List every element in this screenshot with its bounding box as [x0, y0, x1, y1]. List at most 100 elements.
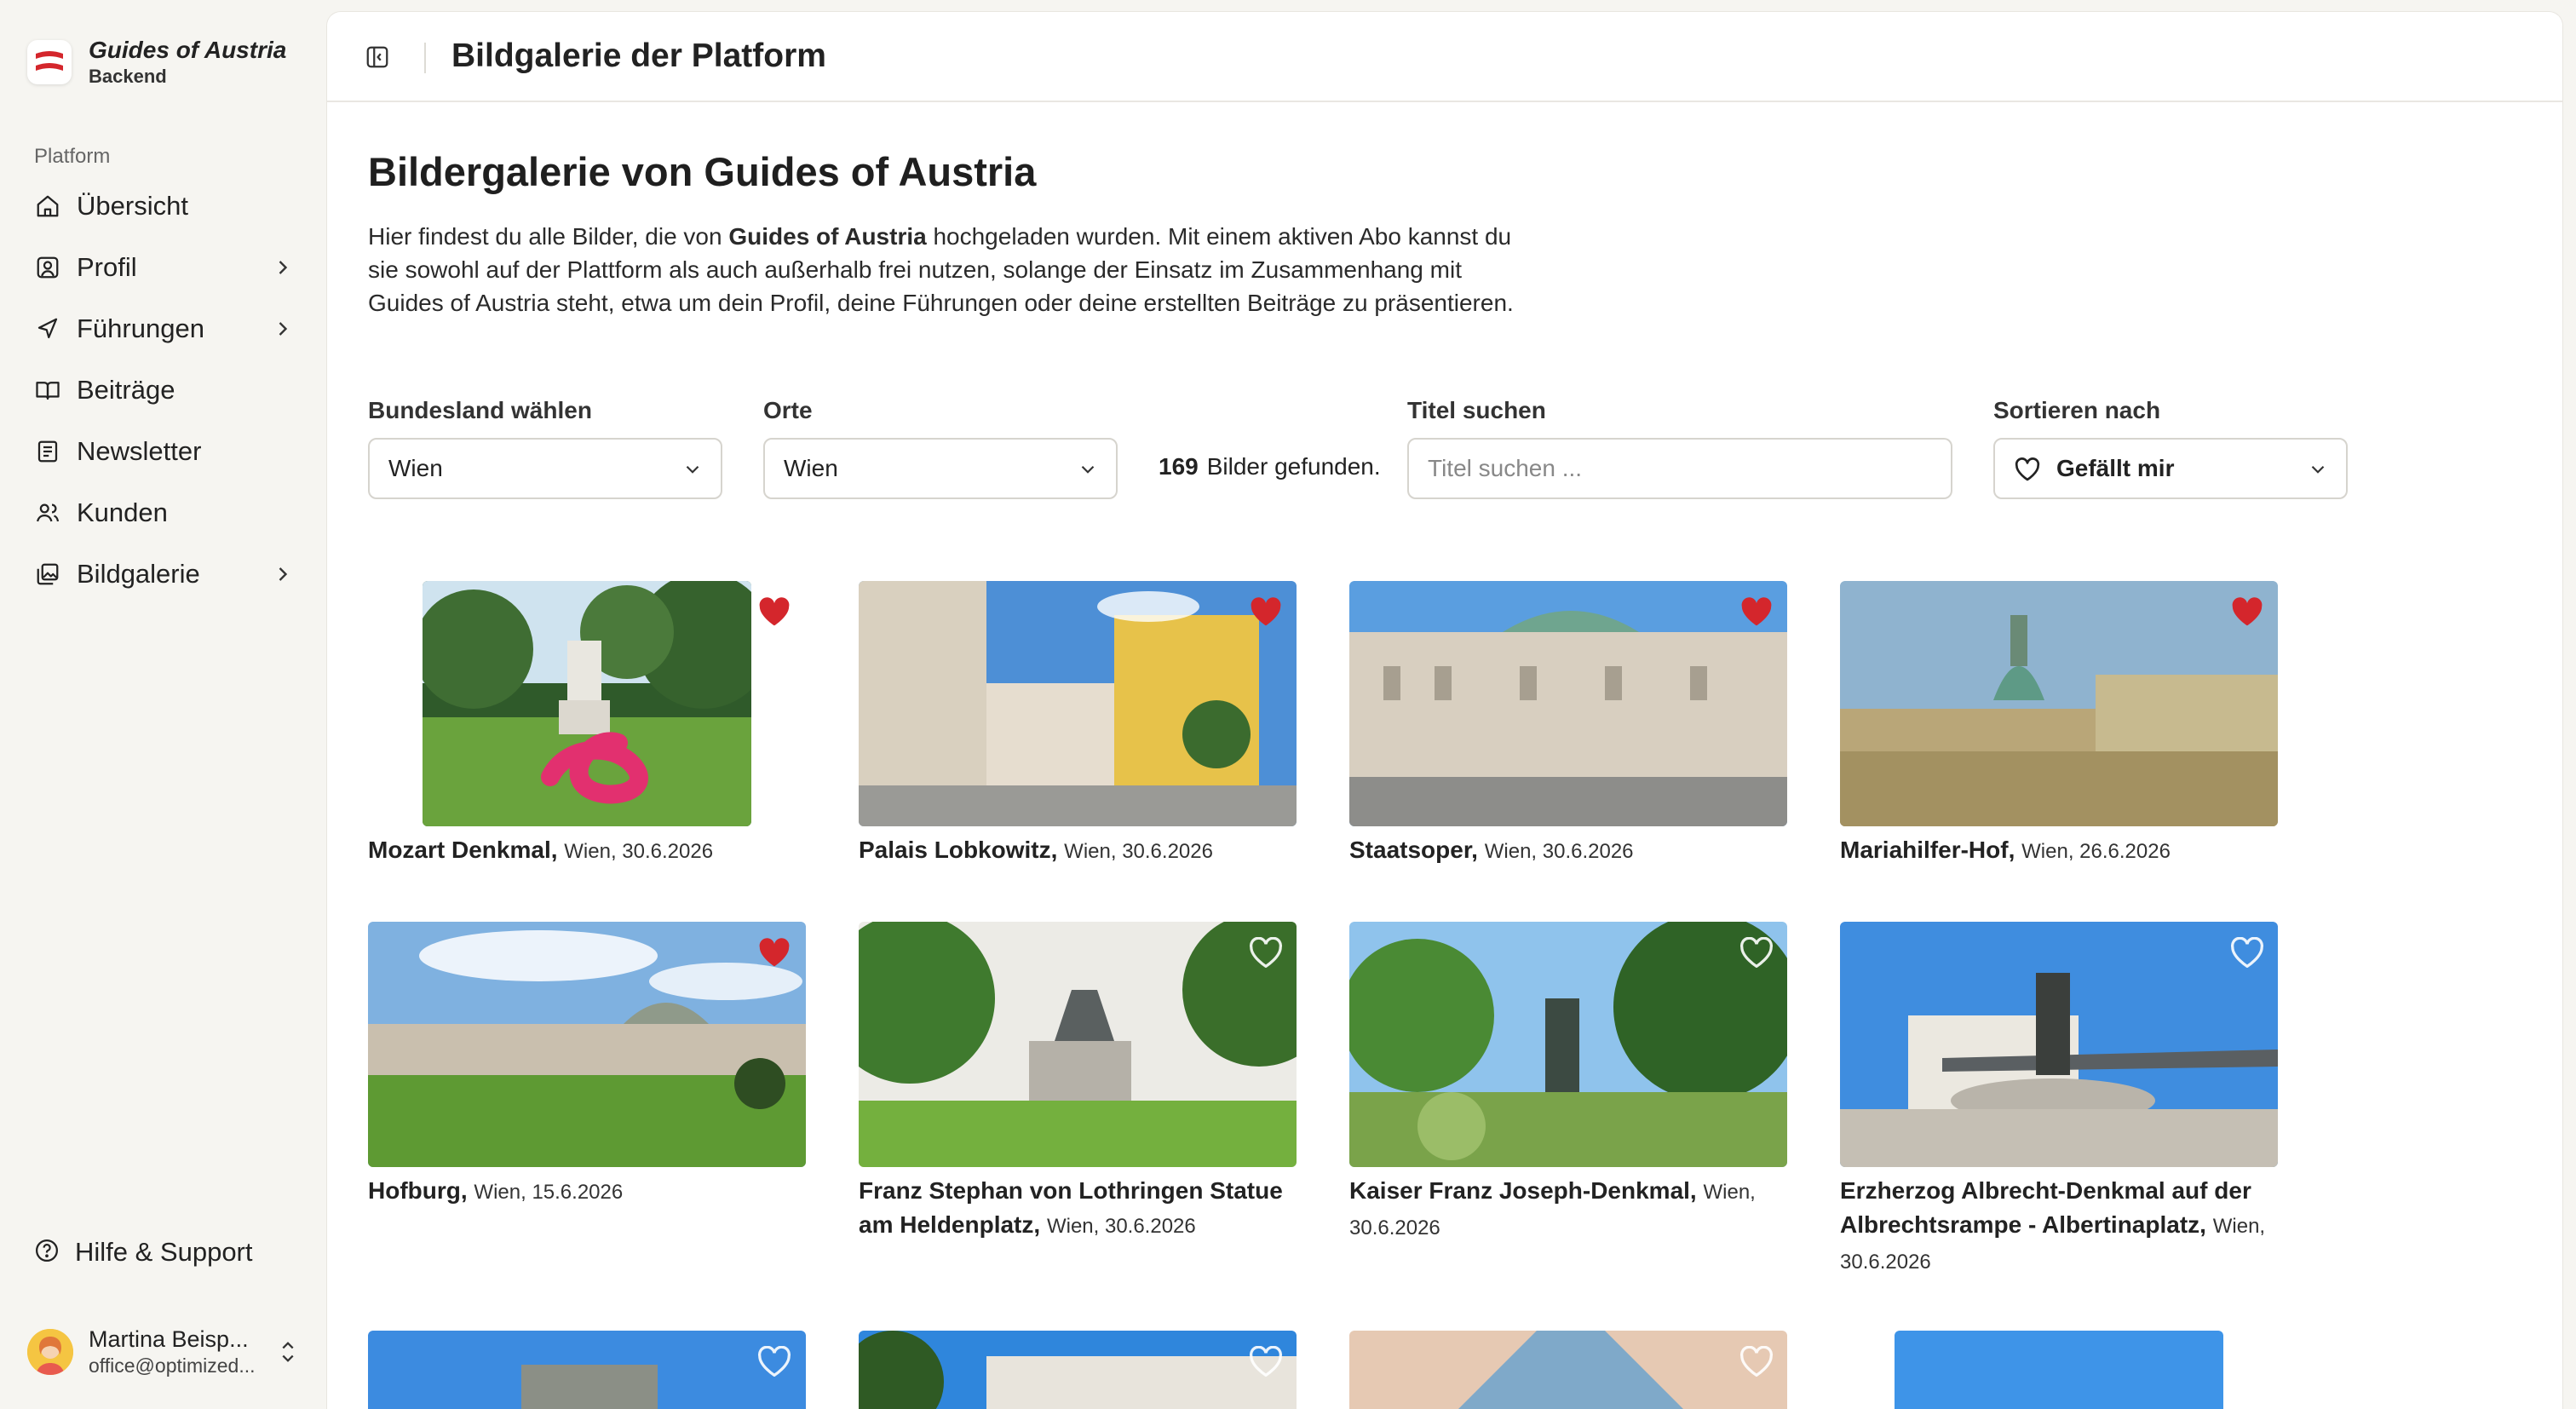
- topbar: Bildgalerie der Platform: [327, 12, 2562, 102]
- brand-title: Guides of Austria: [89, 37, 287, 63]
- avatar: [27, 1329, 73, 1375]
- like-heart-icon[interactable]: [1249, 1345, 1283, 1377]
- sidebar: Guides of Austria Backend Platform Übers…: [0, 0, 325, 1409]
- like-heart-icon[interactable]: [1249, 596, 1283, 627]
- image-title: Mariahilfer-Hof,: [1840, 837, 2015, 863]
- state-filter-label: Bundesland wählen: [368, 397, 592, 423]
- topbar-title: Bildgalerie der Platform: [451, 37, 826, 74]
- sidebar-item-label: Bildgalerie: [77, 559, 200, 589]
- image-meta: Wien, 15.6.2026: [474, 1181, 624, 1204]
- gallery-caption: Palais Lobkowitz, Wien, 30.6.2026: [859, 833, 1319, 869]
- gallery-image[interactable]: [859, 1331, 1297, 1409]
- heart-outline-icon: [2014, 457, 2041, 488]
- gallery-image-mariahilfer-hof[interactable]: [1840, 581, 2278, 826]
- book-icon: [34, 377, 61, 404]
- place-filter-label: Orte: [763, 397, 813, 423]
- results-count-text: Bilder gefunden.: [1206, 453, 1381, 480]
- sidebar-item-bildgalerie[interactable]: Bildgalerie: [20, 543, 305, 605]
- like-heart-icon[interactable]: [1739, 1345, 1774, 1377]
- image-meta: Wien, 30.6.2026: [1484, 840, 1634, 863]
- home-icon: [34, 193, 61, 220]
- help-circle-icon: [34, 1238, 60, 1268]
- chevron-down-icon: [1077, 458, 1099, 480]
- gallery-image-mozart-denkmal[interactable]: [423, 581, 751, 826]
- state-select-value: Wien: [388, 455, 443, 481]
- image-meta: Wien, 30.6.2026: [1046, 1215, 1196, 1238]
- profile-icon: [34, 254, 61, 281]
- austria-flag-logo-icon: [27, 40, 72, 84]
- gallery-image-franz-stephan-statue[interactable]: [859, 922, 1297, 1167]
- gallery-image[interactable]: [1895, 1331, 2223, 1409]
- chevrons-up-down-icon: [276, 1338, 300, 1370]
- image-title: Palais Lobkowitz,: [859, 837, 1058, 863]
- brand-subtitle: Backend: [89, 66, 167, 87]
- chevron-right-icon: [271, 562, 295, 586]
- gallery-caption: Kaiser Franz Joseph-Denkmal, Wien, 30.6.…: [1349, 1174, 1809, 1245]
- title-search-input[interactable]: [1407, 438, 1952, 499]
- place-select[interactable]: Wien: [763, 438, 1118, 499]
- help-support-link[interactable]: Hilfe & Support: [34, 1237, 253, 1268]
- state-select[interactable]: Wien: [368, 438, 722, 499]
- chevron-down-icon: [2307, 458, 2329, 480]
- sidebar-item-label: Profil: [77, 252, 137, 282]
- newspaper-icon: [34, 438, 61, 465]
- user-menu[interactable]: Martina Beisp... office@optimized...: [27, 1322, 308, 1382]
- gallery-image[interactable]: [368, 1331, 806, 1409]
- intro-text: Hier findest du alle Bilder, die von Gui…: [368, 220, 1544, 319]
- gallery-image-hofburg[interactable]: [368, 922, 806, 1167]
- sidebar-item-newsletter[interactable]: Newsletter: [20, 421, 305, 482]
- user-email: office@optimized...: [89, 1354, 256, 1377]
- gallery-image-erzherzog-albrecht-denkmal[interactable]: [1840, 922, 2278, 1167]
- results-count-number: 169: [1159, 453, 1199, 480]
- brand[interactable]: Guides of Austria Backend: [27, 36, 286, 89]
- gallery-image-kaiser-franz-joseph-denkmal[interactable]: [1349, 922, 1787, 1167]
- chevron-right-icon: [271, 256, 295, 279]
- sidebar-item-uebersicht[interactable]: Übersicht: [20, 175, 305, 237]
- user-name: Martina Beisp...: [89, 1326, 249, 1352]
- topbar-divider: [424, 43, 426, 73]
- like-heart-icon[interactable]: [757, 1345, 791, 1377]
- image-title: Kaiser Franz Joseph-Denkmal,: [1349, 1177, 1697, 1204]
- navigation-icon: [34, 315, 61, 342]
- gallery-caption: Franz Stephan von Lothringen Statue am H…: [859, 1174, 1319, 1244]
- like-heart-icon[interactable]: [1249, 936, 1283, 969]
- main-panel: Bildgalerie der Platform Bildergalerie v…: [327, 12, 2562, 1409]
- place-select-value: Wien: [784, 455, 838, 481]
- like-heart-icon[interactable]: [1739, 936, 1774, 969]
- image-title: Hofburg,: [368, 1177, 468, 1204]
- sidebar-toggle-icon[interactable]: [365, 44, 392, 72]
- image-meta: Wien, 30.6.2026: [1064, 840, 1213, 863]
- like-heart-icon[interactable]: [2230, 936, 2264, 969]
- image-title: Staatsoper,: [1349, 837, 1478, 863]
- sort-select[interactable]: Gefällt mir: [1993, 438, 2348, 499]
- sort-select-value: Gefällt mir: [2056, 455, 2175, 481]
- gallery-caption: Mozart Denkmal, Wien, 30.6.2026: [368, 833, 777, 869]
- image-title: Mozart Denkmal,: [368, 837, 558, 863]
- gallery-icon: [34, 561, 61, 588]
- gallery-caption: Mariahilfer-Hof, Wien, 26.6.2026: [1840, 833, 2300, 869]
- sidebar-item-label: Führungen: [77, 313, 204, 343]
- like-heart-icon[interactable]: [2230, 1345, 2264, 1377]
- gallery-image-palais-lobkowitz[interactable]: [859, 581, 1297, 826]
- like-heart-icon[interactable]: [757, 596, 791, 627]
- gallery-caption: Hofburg, Wien, 15.6.2026: [368, 1174, 828, 1210]
- gallery-image[interactable]: [1349, 1331, 1787, 1409]
- sidebar-item-profil[interactable]: Profil: [20, 237, 305, 298]
- sidebar-item-beitraege[interactable]: Beiträge: [20, 359, 305, 421]
- search-filter-label: Titel suchen: [1407, 397, 1546, 423]
- results-count: 169 Bilder gefunden.: [1159, 453, 1381, 480]
- gallery-image-staatsoper[interactable]: [1349, 581, 1787, 826]
- sidebar-item-label: Übersicht: [77, 191, 188, 221]
- sidebar-item-label: Kunden: [77, 497, 168, 527]
- like-heart-icon[interactable]: [757, 937, 791, 968]
- intro-part-1: Hier findest du alle Bilder, die von: [368, 223, 729, 250]
- like-heart-icon[interactable]: [1739, 596, 1774, 627]
- chevron-right-icon: [271, 317, 295, 341]
- help-support-label: Hilfe & Support: [75, 1237, 253, 1267]
- page-title: Bildergalerie von Guides of Austria: [368, 149, 1037, 194]
- like-heart-icon[interactable]: [2230, 596, 2264, 627]
- sidebar-item-kunden[interactable]: Kunden: [20, 482, 305, 543]
- image-title: Erzherzog Albrecht-Denkmal auf der Albre…: [1840, 1177, 2251, 1238]
- intro-bold: Guides of Austria: [728, 223, 927, 250]
- sidebar-item-fuehrungen[interactable]: Führungen: [20, 298, 305, 359]
